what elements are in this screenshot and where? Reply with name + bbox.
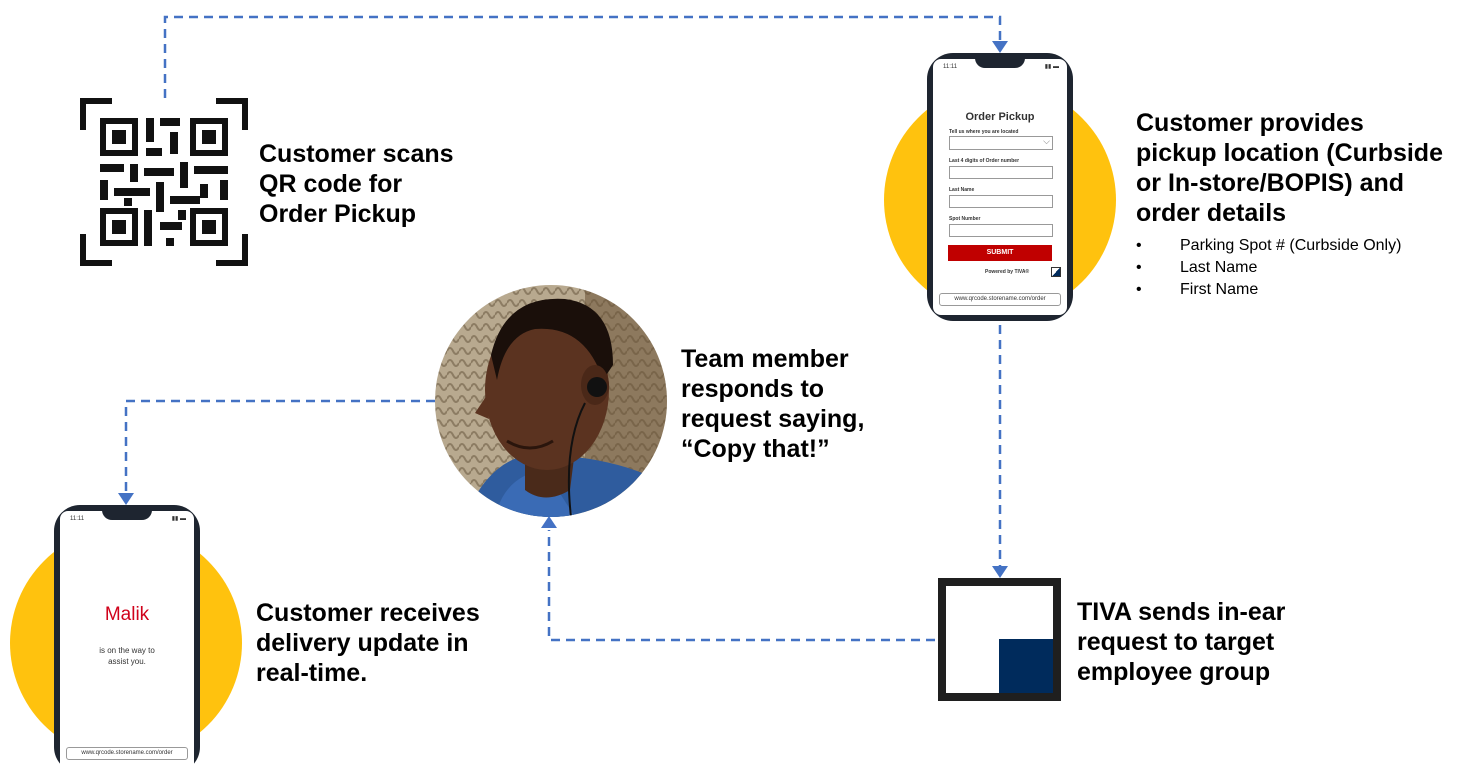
last-name-input[interactable] <box>949 195 1053 208</box>
form-title: Order Pickup <box>965 111 1035 123</box>
spot-number-input[interactable] <box>949 224 1053 237</box>
step-receive-line: Customer receives <box>256 599 480 627</box>
step-scan-text: Customer scans QR code for Order Pickup <box>259 139 454 229</box>
form-phone: 11:11 ▮▮ ▬ Order Pickup Tell us where yo… <box>927 53 1073 321</box>
location-select[interactable]: ⌵ <box>949 136 1053 150</box>
qr-code-icon <box>80 98 248 266</box>
step-receive-text: Customer receives delivery update in rea… <box>256 598 480 688</box>
url-bar[interactable]: www.qrcode.storename.com/order <box>66 747 188 760</box>
list-item: First Name <box>1136 279 1401 301</box>
step-scan-line: Customer scans <box>259 140 454 168</box>
step-provide-line: or In-store/BOPIS) and <box>1136 169 1405 197</box>
url-bar[interactable]: www.qrcode.storename.com/order <box>939 293 1061 306</box>
connector-team-to-update-phone <box>124 399 435 494</box>
form-phone-screen: 11:11 ▮▮ ▬ Order Pickup Tell us where yo… <box>933 59 1067 315</box>
tiva-logo-inner <box>946 586 1053 693</box>
step-team-line: “Copy that!” <box>681 435 830 463</box>
step-team-line: Team member <box>681 345 849 373</box>
step-tiva-text: TIVA sends in-ear request to target empl… <box>1077 597 1285 687</box>
status-message-line: assist you. <box>108 657 146 666</box>
chevron-down-icon: ⌵ <box>1043 136 1050 146</box>
step-tiva-line: TIVA sends in-ear <box>1077 598 1286 626</box>
team-member-photo <box>435 285 667 517</box>
list-item: Last Name <box>1136 257 1401 279</box>
step-provide-text: Customer provides pickup location (Curbs… <box>1136 108 1443 228</box>
connector-tiva-to-team <box>547 530 935 642</box>
status-time: 11:11 <box>943 64 958 70</box>
tiva-logo-square <box>999 639 1053 693</box>
list-item: Parking Spot # (Curbside Only) <box>1136 235 1401 257</box>
step-provide-line: Customer provides <box>1136 109 1364 137</box>
tiva-logo-icon <box>1051 267 1061 277</box>
field-location-label: Tell us where you are located <box>949 129 1019 135</box>
status-time: 11:11 <box>70 516 85 522</box>
arrowhead-up <box>541 516 557 528</box>
agent-name: Malik <box>104 604 150 625</box>
step-scan-line: Order Pickup <box>259 200 416 228</box>
status-icons: ▮▮ ▬ <box>171 516 186 522</box>
order-number-input[interactable] <box>949 166 1053 179</box>
update-phone: 11:11 ▮▮ ▬ Malik is on the way to assist… <box>54 505 200 773</box>
step-receive-line: delivery update in <box>256 629 469 657</box>
phone-notch <box>975 58 1025 68</box>
field-order-number-label: Last 4 digits of Order number <box>949 158 1020 164</box>
step-tiva-line: request to target <box>1077 628 1275 656</box>
field-last-name-label: Last Name <box>949 187 975 193</box>
status-message-line: is on the way to <box>99 646 155 655</box>
arrowhead-down <box>992 566 1008 578</box>
status-icons: ▮▮ ▬ <box>1044 64 1059 70</box>
step-scan-line: QR code for <box>259 170 403 198</box>
tiva-logo <box>938 578 1061 701</box>
connector-qr-to-form-phone <box>163 15 1002 98</box>
arrowhead-down <box>118 493 134 505</box>
step-team-line: request saying, <box>681 405 865 433</box>
update-phone-screen: 11:11 ▮▮ ▬ Malik is on the way to assist… <box>60 511 194 773</box>
step-provide-line: order details <box>1136 199 1287 227</box>
order-details-list: Parking Spot # (Curbside Only) Last Name… <box>1136 235 1401 301</box>
step-team-line: responds to <box>681 375 825 403</box>
powered-by-text: Powered by TIVA® <box>985 269 1030 275</box>
field-spot-number-label: Spot Number <box>949 216 981 222</box>
step-receive-line: real-time. <box>256 659 368 687</box>
step-tiva-line: employee group <box>1077 658 1271 686</box>
step-team-text: Team member responds to request saying, … <box>681 344 864 464</box>
arrowhead-down <box>992 41 1008 53</box>
step-provide-line: pickup location (Curbside <box>1136 139 1443 167</box>
submit-button[interactable]: SUBMIT <box>948 245 1052 261</box>
phone-notch <box>102 510 152 520</box>
